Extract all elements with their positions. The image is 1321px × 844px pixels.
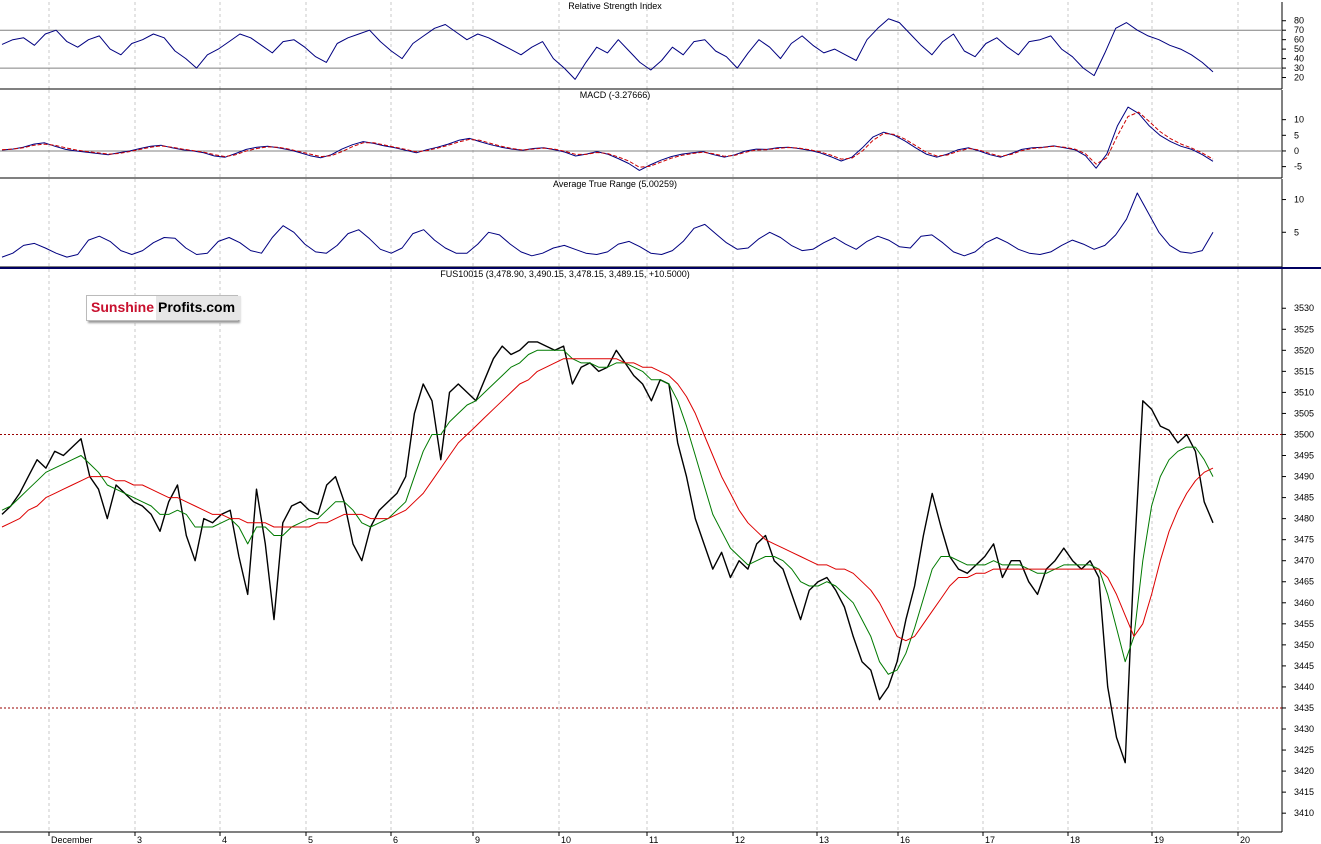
series-line-1-0	[1, 106, 1214, 171]
y-tick-label-1-1: 5	[1294, 130, 1299, 140]
y-tick-label-3-7: 3495	[1294, 451, 1314, 461]
x-tick-label-9: 13	[819, 835, 829, 844]
y-tick-label-3-8: 3490	[1294, 472, 1314, 482]
series-line-3-0	[1, 341, 1214, 764]
x-tick-label-0: December	[51, 835, 93, 844]
y-tick-label-3-3: 3515	[1294, 366, 1314, 376]
x-tick-label-2: 4	[222, 835, 227, 844]
y-tick-label-1-3: -5	[1294, 162, 1302, 172]
y-tick-label-3-5: 3505	[1294, 408, 1314, 418]
panel-title-2: Average True Range (5.00259)	[553, 179, 677, 189]
y-tick-label-3-20: 3430	[1294, 724, 1314, 734]
stock-chart: 80706050403020Relative Strength Index105…	[0, 1, 1321, 844]
y-tick-label-1-0: 10	[1294, 115, 1304, 125]
sunshine-profits-logo: Sunshine Profits.com	[86, 295, 242, 321]
x-tick-label-4: 6	[393, 835, 398, 844]
y-tick-label-3-18: 3440	[1294, 682, 1314, 692]
y-tick-label-3-22: 3420	[1294, 766, 1314, 776]
x-tick-label-11: 17	[985, 835, 995, 844]
y-tick-label-3-19: 3435	[1294, 703, 1314, 713]
y-tick-label-3-13: 3465	[1294, 577, 1314, 587]
series-line-0-0	[1, 18, 1214, 80]
y-tick-label-3-6: 3500	[1294, 429, 1314, 439]
y-tick-label-3-14: 3460	[1294, 598, 1314, 608]
x-tick-label-6: 10	[561, 835, 571, 844]
y-tick-label-3-24: 3410	[1294, 808, 1314, 818]
y-tick-label-2-0: 10	[1294, 195, 1304, 205]
panel-title-1: MACD (-3.27666)	[580, 90, 651, 100]
y-tick-label-3-12: 3470	[1294, 556, 1314, 566]
y-tick-label-3-10: 3480	[1294, 514, 1314, 524]
x-tick-label-10: 16	[900, 835, 910, 844]
x-tick-label-13: 19	[1154, 835, 1164, 844]
y-tick-label-3-11: 3475	[1294, 535, 1314, 545]
y-tick-label-1-2: 0	[1294, 146, 1299, 156]
x-tick-label-3: 5	[308, 835, 313, 844]
y-tick-label-3-16: 3450	[1294, 640, 1314, 650]
x-tick-label-12: 18	[1070, 835, 1080, 844]
panel-title-3: FUS10015 (3,478.90, 3,490.15, 3,478.15, …	[440, 269, 689, 279]
y-tick-label-3-21: 3425	[1294, 745, 1314, 755]
y-tick-label-0-6: 20	[1294, 73, 1304, 83]
x-tick-label-14: 20	[1240, 835, 1250, 844]
panel-title-0: Relative Strength Index	[568, 1, 662, 11]
y-tick-label-3-4: 3510	[1294, 387, 1314, 397]
series-line-2-0	[1, 192, 1214, 258]
y-tick-label-3-23: 3415	[1294, 787, 1314, 797]
series-line-1-1	[1, 111, 1214, 168]
x-tick-label-5: 9	[475, 835, 480, 844]
series-line-3-1	[1, 349, 1214, 675]
logo-part-profits: Profits.com	[156, 296, 242, 320]
series-line-3-2	[1, 358, 1214, 642]
y-tick-label-2-1: 5	[1294, 227, 1299, 237]
y-tick-label-3-1: 3525	[1294, 324, 1314, 334]
x-tick-label-8: 12	[735, 835, 745, 844]
y-tick-label-3-15: 3455	[1294, 619, 1314, 629]
logo-part-sunshine: Sunshine	[87, 296, 157, 320]
x-tick-label-7: 11	[649, 835, 658, 844]
y-tick-label-3-9: 3485	[1294, 493, 1314, 503]
y-tick-label-3-2: 3520	[1294, 345, 1314, 355]
x-tick-label-1: 3	[137, 835, 142, 844]
y-tick-label-3-17: 3445	[1294, 661, 1314, 671]
y-tick-label-3-0: 3530	[1294, 303, 1314, 313]
